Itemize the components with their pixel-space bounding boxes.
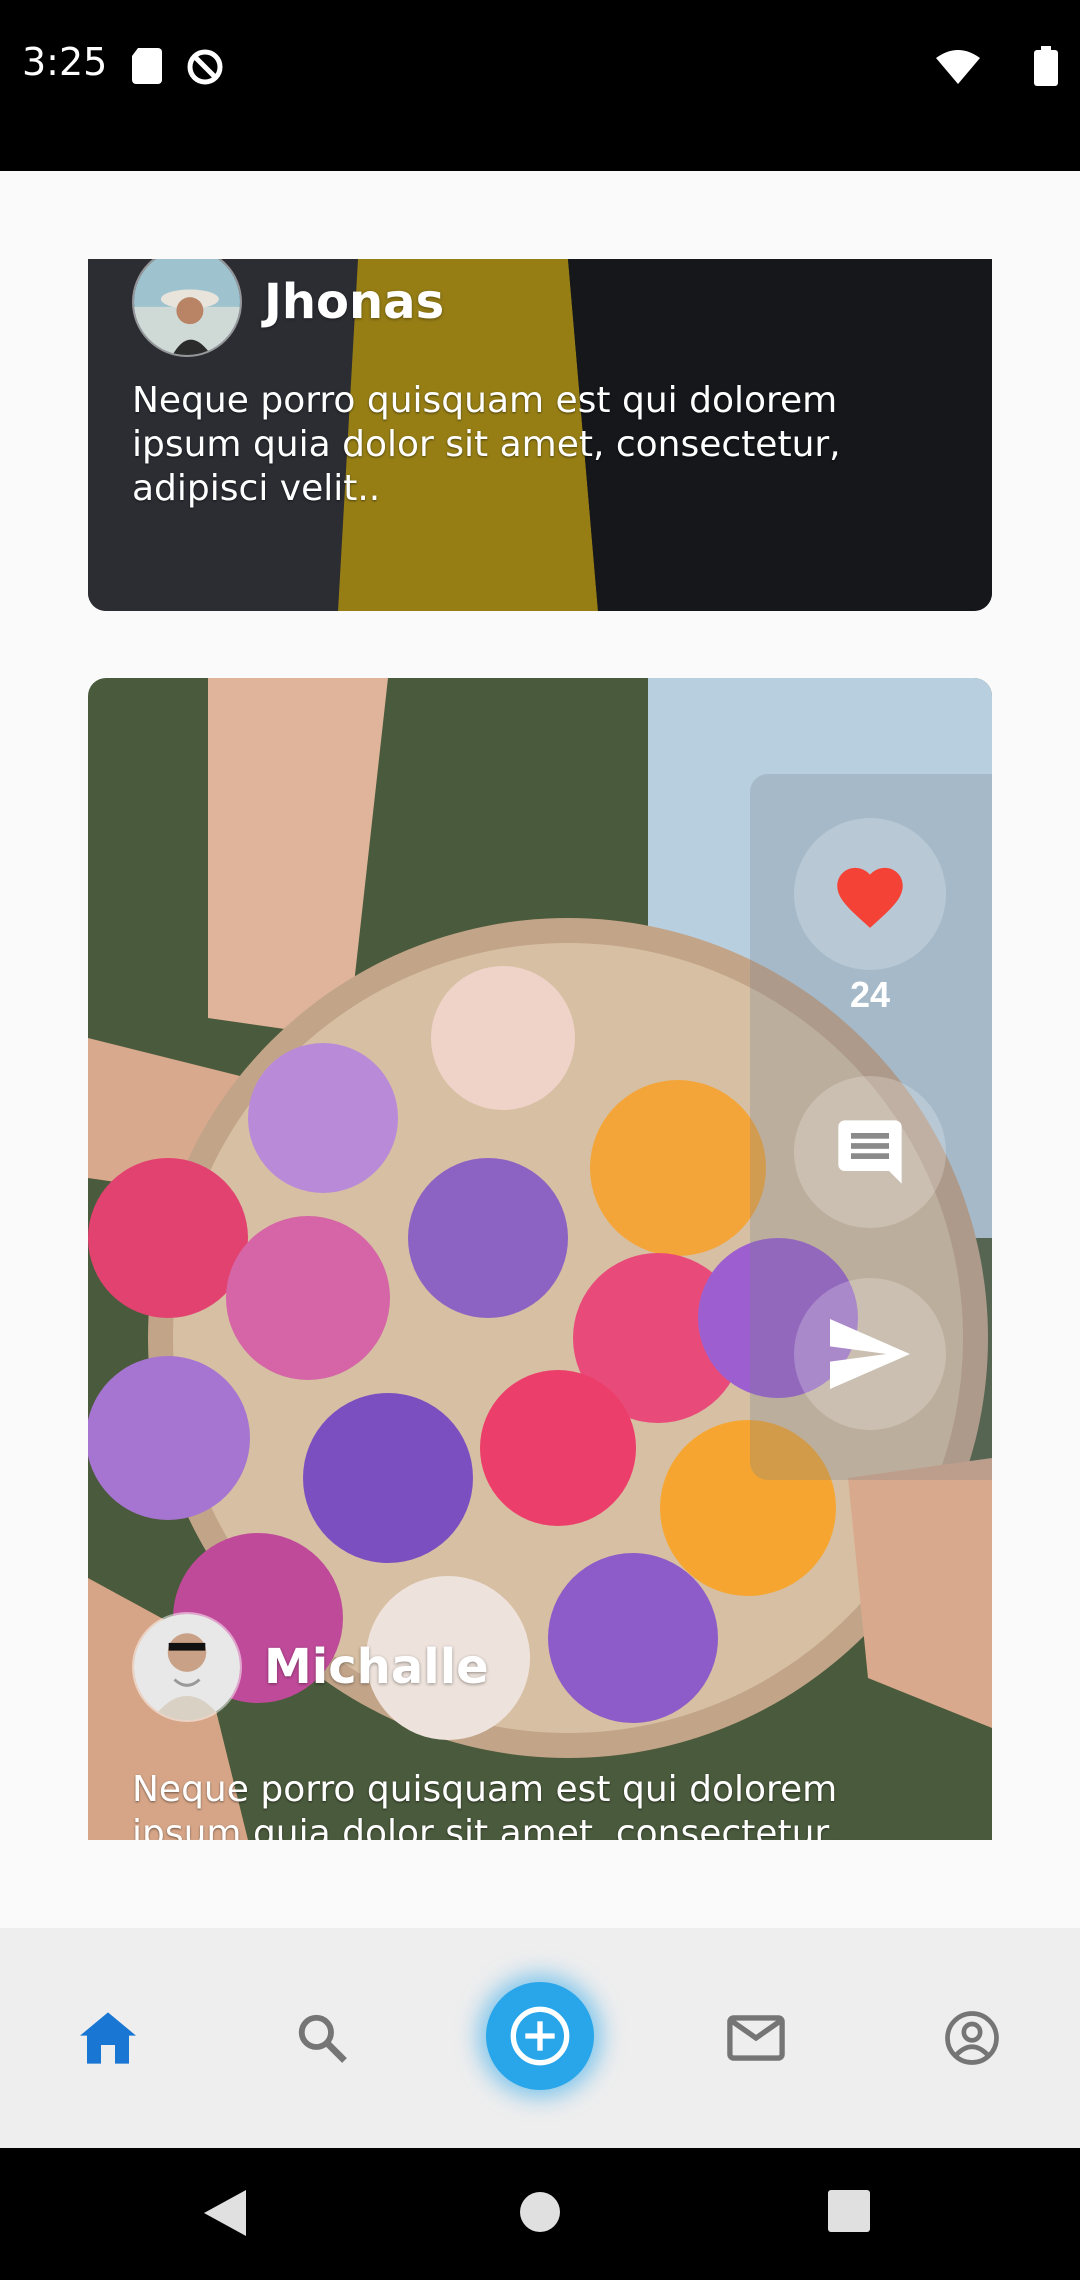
feed[interactable]: Jhonas Neque porro quisquam est qui dolo… [0, 171, 1080, 1928]
nav-profile[interactable] [932, 1998, 1012, 2078]
home-circle-icon[interactable] [518, 2190, 562, 2234]
nav-messages[interactable] [716, 1998, 796, 2078]
sd-card-icon [132, 48, 162, 84]
system-navigation [0, 2148, 1080, 2280]
nav-search[interactable] [282, 1998, 362, 2078]
author-name: Jhonas [264, 274, 445, 330]
post-author[interactable]: Michalle [132, 1612, 489, 1722]
add-icon [510, 2006, 570, 2066]
post-card[interactable]: 24 Michalle Neque porro quisquam est qui… [88, 678, 992, 1840]
back-icon[interactable] [204, 2190, 246, 2236]
avatar[interactable] [132, 259, 242, 357]
status-time: 3:25 [22, 40, 108, 84]
account-icon [945, 2011, 999, 2065]
recents-icon[interactable] [828, 2190, 870, 2232]
home-icon [80, 2012, 136, 2064]
post-caption: Neque porro quisquam est qui dolorem ips… [132, 380, 841, 509]
wifi-icon [936, 50, 980, 84]
send-icon [830, 1319, 910, 1389]
search-icon [298, 2014, 347, 2063]
post-author[interactable]: Jhonas [132, 259, 444, 357]
battery-icon [1034, 46, 1058, 86]
nav-add[interactable] [486, 1982, 594, 2090]
share-button[interactable] [794, 1278, 946, 1430]
bottom-navigation [0, 1928, 1080, 2148]
comment-icon [838, 1120, 902, 1184]
mail-icon [727, 2015, 785, 2061]
nav-home[interactable] [68, 1998, 148, 2078]
no-sync-icon [187, 49, 223, 85]
post-caption: Neque porro quisquam est qui dolorem ips… [132, 1769, 841, 1840]
status-bar: 3:25 [0, 0, 1080, 171]
comment-button[interactable] [794, 1076, 946, 1228]
like-button[interactable] [794, 818, 946, 970]
like-count: 24 [849, 974, 891, 1015]
post-card[interactable]: Jhonas Neque porro quisquam est qui dolo… [88, 259, 992, 611]
author-name: Michalle [264, 1639, 489, 1695]
avatar[interactable] [132, 1612, 242, 1722]
heart-icon [837, 867, 903, 928]
